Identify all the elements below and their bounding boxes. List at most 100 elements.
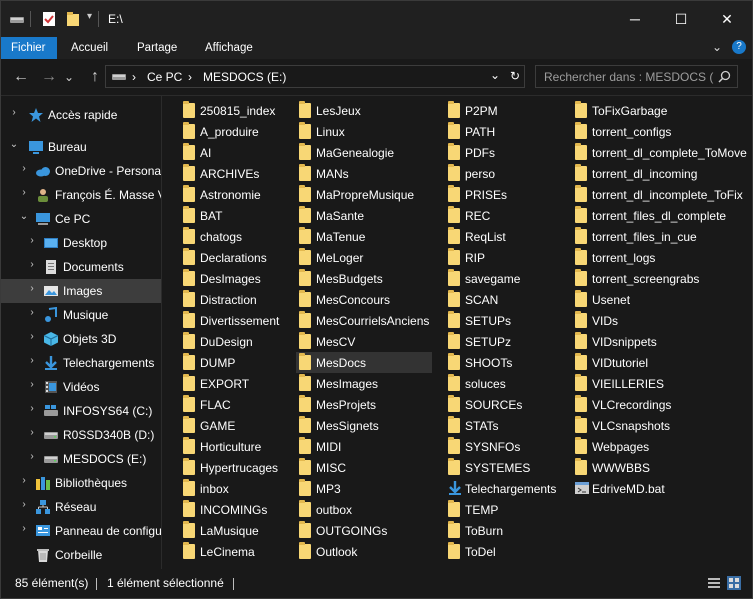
nav-item[interactable]: › Telechargements xyxy=(1,351,161,375)
nav-item[interactable]: › Images xyxy=(1,279,161,303)
file-item[interactable]: GAME xyxy=(180,415,280,436)
up-button[interactable]: ↑ xyxy=(85,67,105,87)
file-item[interactable]: MesSignets xyxy=(296,415,432,436)
file-item[interactable]: STATs xyxy=(445,415,557,436)
nav-item[interactable]: › Vidéos xyxy=(1,375,161,399)
file-item[interactable]: ARCHIVEs xyxy=(180,163,280,184)
breadcrumb-mesdocs[interactable]: MESDOCS (E:) xyxy=(203,70,286,84)
nav-item[interactable]: › MESDOCS (E:) xyxy=(1,447,161,471)
file-item[interactable]: OUTGOINGs xyxy=(296,520,432,541)
expand-chevron-icon[interactable]: › xyxy=(19,163,29,174)
file-item[interactable]: MIDI xyxy=(296,436,432,457)
nav-item[interactable]: › Documents xyxy=(1,255,161,279)
file-item[interactable]: A_produire xyxy=(180,121,280,142)
nav-item[interactable]: › Panneau de configuration xyxy=(1,519,161,543)
details-view-icon[interactable] xyxy=(707,576,721,590)
file-list[interactable]: 250815_index A_produire AI ARCHIVEs Astronom… xyxy=(162,96,752,569)
file-item[interactable]: MesDocs xyxy=(296,352,432,373)
file-item[interactable]: torrent_dl_complete_ToMove xyxy=(572,142,747,163)
expand-chevron-icon[interactable]: › xyxy=(19,523,29,534)
file-item[interactable]: Linux xyxy=(296,121,432,142)
expand-chevron-icon[interactable]: › xyxy=(27,451,37,462)
collapse-chevron-icon[interactable]: ⌄ xyxy=(19,211,29,222)
file-item[interactable]: SHOOTs xyxy=(445,352,557,373)
file-item[interactable]: MaSante xyxy=(296,205,432,226)
file-item[interactable]: MesProjets xyxy=(296,394,432,415)
nav-item[interactable]: › François É. Masse V. xyxy=(1,183,161,207)
file-item[interactable]: VIDtutoriel xyxy=(572,352,747,373)
file-item[interactable]: PDFs xyxy=(445,142,557,163)
file-item[interactable]: savegame xyxy=(445,268,557,289)
navigation-pane[interactable]: › Accès rapide ⌄ Bureau › OneDrive - Personal… xyxy=(1,96,161,569)
file-item[interactable]: TEMP xyxy=(445,499,557,520)
file-item[interactable]: Hypertrucages xyxy=(180,457,280,478)
file-item[interactable]: VIEILLERIES xyxy=(572,373,747,394)
breadcrumb-ce-pc[interactable]: Ce PC xyxy=(147,70,182,84)
nav-item[interactable]: › Musique xyxy=(1,303,161,327)
file-item[interactable]: Webpages xyxy=(572,436,747,457)
file-item[interactable]: torrent_logs xyxy=(572,247,747,268)
expand-chevron-icon[interactable]: › xyxy=(27,379,37,390)
expand-chevron-icon[interactable]: › xyxy=(27,235,37,246)
file-item[interactable]: MeLoger xyxy=(296,247,432,268)
file-item[interactable]: Divertissement xyxy=(180,310,280,331)
file-item[interactable]: INCOMINGs xyxy=(180,499,280,520)
nav-item[interactable]: Corbeille xyxy=(1,543,161,567)
file-item[interactable]: SETUPs xyxy=(445,310,557,331)
minimize-button[interactable]: ─ xyxy=(612,1,658,37)
customize-toolbar-icon[interactable]: ▾ xyxy=(87,11,92,22)
file-item[interactable]: DuDesign xyxy=(180,331,280,352)
file-item[interactable]: MesCourrielsAnciens xyxy=(296,310,432,331)
file-item[interactable]: WWWBBS xyxy=(572,457,747,478)
nav-item[interactable]: › R0SSD340B (D:) xyxy=(1,423,161,447)
help-icon[interactable]: ? xyxy=(732,40,746,54)
file-item[interactable]: Horticulture xyxy=(180,436,280,457)
file-item[interactable]: EXPORT xyxy=(180,373,280,394)
file-item[interactable]: MP3 xyxy=(296,478,432,499)
file-item[interactable]: chatogs xyxy=(180,226,280,247)
file-item[interactable]: AI xyxy=(180,142,280,163)
file-item[interactable]: ToBurn xyxy=(445,520,557,541)
refresh-button[interactable]: ↻ xyxy=(510,69,520,83)
file-item[interactable]: torrent_screengrabs xyxy=(572,268,747,289)
file-item[interactable]: SYSTEMES xyxy=(445,457,557,478)
file-item[interactable]: ReqList xyxy=(445,226,557,247)
file-item[interactable]: SCAN xyxy=(445,289,557,310)
nav-item[interactable]: › OneDrive - Personal xyxy=(1,159,161,183)
file-item[interactable]: FLAC xyxy=(180,394,280,415)
file-item[interactable]: inbox xyxy=(180,478,280,499)
expand-chevron-icon[interactable]: › xyxy=(27,307,37,318)
file-item[interactable]: PRISEs xyxy=(445,184,557,205)
ribbon-expand-chevron-icon[interactable]: ⌄ xyxy=(712,40,722,54)
nav-item[interactable]: › Accès rapide xyxy=(1,103,161,127)
file-item[interactable]: SYSNFOs xyxy=(445,436,557,457)
file-item[interactable]: MaGenealogie xyxy=(296,142,432,163)
tab-fichier[interactable]: Fichier xyxy=(1,37,57,59)
file-item[interactable]: MaTenue xyxy=(296,226,432,247)
expand-chevron-icon[interactable]: › xyxy=(19,499,29,510)
new-folder-icon[interactable] xyxy=(65,11,81,27)
file-item[interactable]: VLCrecordings xyxy=(572,394,747,415)
search-input[interactable] xyxy=(544,69,714,84)
file-item[interactable]: P2PM xyxy=(445,100,557,121)
expand-chevron-icon[interactable]: › xyxy=(27,403,37,414)
expand-chevron-icon[interactable]: › xyxy=(27,355,37,366)
nav-item[interactable]: › Réseau xyxy=(1,495,161,519)
file-item[interactable]: torrent_dl_incomplete_ToFix xyxy=(572,184,747,205)
file-item[interactable]: VIDs xyxy=(572,310,747,331)
tab-partage[interactable]: Partage xyxy=(127,37,187,59)
file-item[interactable]: REC xyxy=(445,205,557,226)
file-item[interactable]: Usenet xyxy=(572,289,747,310)
forward-button[interactable]: → xyxy=(39,67,59,87)
properties-icon[interactable] xyxy=(41,11,57,27)
expand-chevron-icon[interactable]: › xyxy=(19,187,29,198)
close-button[interactable]: ✕ xyxy=(704,1,750,37)
file-item[interactable]: torrent_dl_incoming xyxy=(572,163,747,184)
file-item[interactable]: MISC xyxy=(296,457,432,478)
tab-affichage[interactable]: Affichage xyxy=(195,37,263,59)
file-item[interactable]: soluces xyxy=(445,373,557,394)
file-item[interactable]: VLCsnapshots xyxy=(572,415,747,436)
file-item[interactable]: Astronomie xyxy=(180,184,280,205)
file-item[interactable]: BAT xyxy=(180,205,280,226)
file-item[interactable]: Telechargements xyxy=(445,478,557,499)
